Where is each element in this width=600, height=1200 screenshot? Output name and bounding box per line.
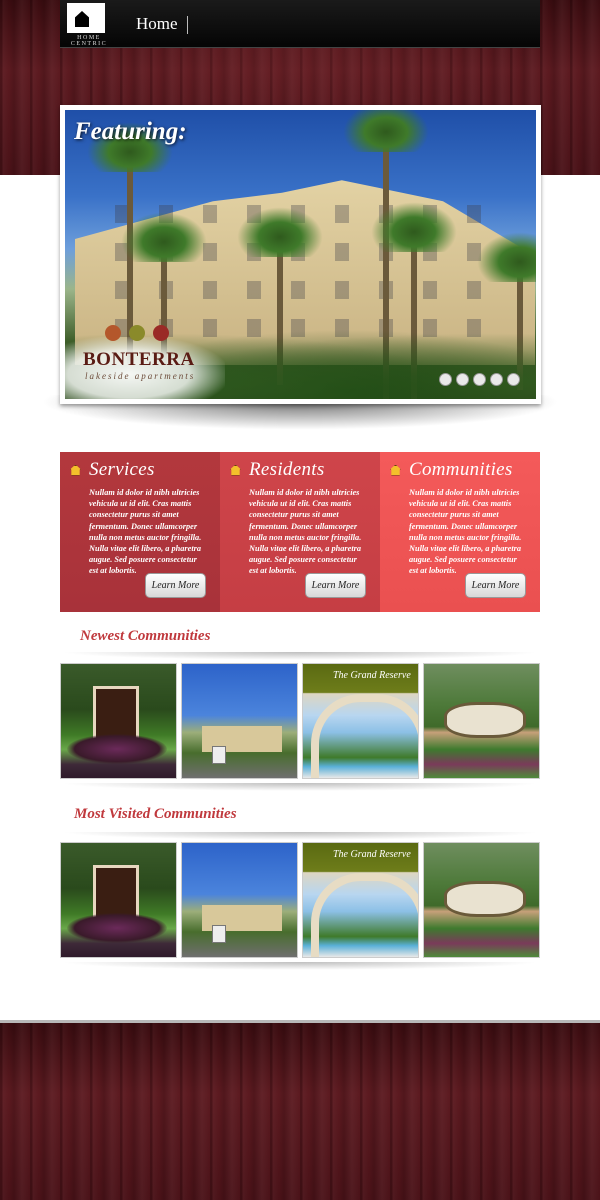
featuring-title: Featuring: [74,118,187,145]
most-visited-communities-gallery: The Grand Reserve [60,842,540,960]
community-thumbnail-entrance-sign[interactable] [423,842,540,958]
house-icon [390,464,401,476]
most-visited-communities-heading: Most Visited Communities [74,806,237,822]
nav-home-link[interactable]: Home [136,14,178,34]
nav-divider [187,16,188,34]
thumbnail-caption: The Grand Reserve [333,849,411,860]
panel-title: Residents [249,459,325,480]
slider-pagination [439,373,520,386]
brand-tagline: lakeside apartments [85,371,196,381]
newest-communities-heading: Newest Communities [80,628,211,644]
community-thumbnail-tiffany-oaks[interactable] [60,842,177,958]
bonterra-logo: BONTERRA lakeside apartments [65,325,225,399]
community-thumbnail-grand-reserve[interactable]: The Grand Reserve [302,842,419,958]
section-divider [60,962,540,970]
top-navbar: HOME CENTRIC Home [60,0,540,48]
panel-description: Nullam id dolor id nibh ultricies vehicu… [89,488,202,576]
community-thumbnail-entrance-sign[interactable] [423,663,540,779]
slider-dot-5[interactable] [507,373,520,386]
community-thumbnail-palms[interactable] [181,842,298,958]
learn-more-button[interactable]: Learn More [465,573,526,598]
house-logo-icon [67,3,105,33]
section-divider [60,783,540,791]
section-divider [60,652,540,660]
featured-slider: Featuring: BONTERRA lakeside apartments [60,105,541,404]
panel-communities: Communities Nullam id dolor id nibh ultr… [380,452,540,612]
slider-dot-3[interactable] [473,373,486,386]
community-thumbnail-tiffany-oaks[interactable] [60,663,177,779]
panel-title: Services [89,459,155,480]
panel-title: Communities [409,459,513,480]
section-divider [60,832,540,840]
thumbnail-caption: The Grand Reserve [333,670,411,681]
panel-services: Services Nullam id dolor id nibh ultrici… [60,452,220,612]
footer-wood-background [0,1020,600,1200]
slider-dot-1[interactable] [439,373,452,386]
panel-description: Nullam id dolor id nibh ultricies vehicu… [409,488,522,576]
community-thumbnail-palms[interactable] [181,663,298,779]
brand-name: BONTERRA [83,349,195,370]
newest-communities-gallery: The Grand Reserve [60,663,540,781]
slider-dot-2[interactable] [456,373,469,386]
featured-slide-image[interactable]: Featuring: BONTERRA lakeside apartments [65,110,536,399]
house-icon [70,464,81,476]
slider-dot-4[interactable] [490,373,503,386]
home-centric-logo[interactable]: HOME CENTRIC [65,3,109,47]
learn-more-button[interactable]: Learn More [145,573,206,598]
panel-residents: Residents Nullam id dolor id nibh ultric… [220,452,380,612]
leaf-emblem-icon [105,325,185,343]
logo-text: HOME CENTRIC [70,35,108,47]
learn-more-button[interactable]: Learn More [305,573,366,598]
community-thumbnail-grand-reserve[interactable]: The Grand Reserve [302,663,419,779]
info-panels: Services Nullam id dolor id nibh ultrici… [60,452,540,612]
house-icon [230,464,241,476]
panel-description: Nullam id dolor id nibh ultricies vehicu… [249,488,362,576]
